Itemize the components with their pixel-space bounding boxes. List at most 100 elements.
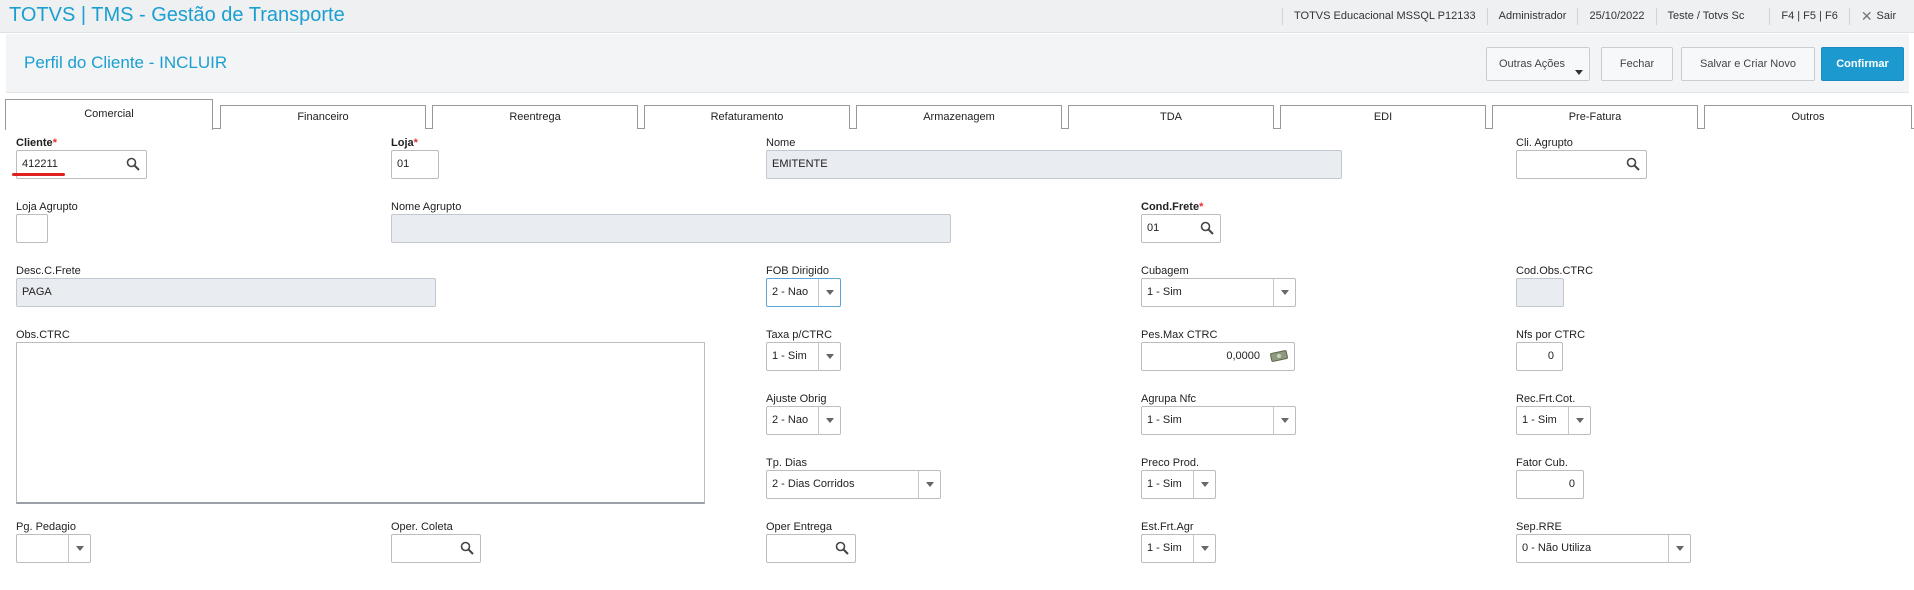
tp-dias-select[interactable]: 2 - Dias Corridos: [766, 470, 941, 499]
search-icon[interactable]: [460, 541, 474, 555]
oper-coleta-input[interactable]: [391, 534, 481, 563]
environment-label: TOTVS Educacional MSSQL P12133: [1282, 8, 1487, 25]
fator-cub-input[interactable]: 0: [1516, 470, 1584, 499]
taxa-ctrc-select[interactable]: 1 - Sim: [766, 342, 841, 371]
search-icon[interactable]: [1626, 157, 1640, 171]
search-icon[interactable]: [126, 157, 140, 171]
tab-financeiro[interactable]: Financeiro: [220, 105, 426, 129]
taxa-ctrc-label: Taxa p/CTRC: [766, 329, 833, 341]
pes-max-ctrc-label: Pes.Max CTRC: [1141, 329, 1218, 341]
tab-outros[interactable]: Outros: [1704, 105, 1912, 129]
agrupa-nfc-select[interactable]: 1 - Sim: [1141, 406, 1296, 435]
sep-rre-select[interactable]: 0 - Não Utiliza: [1516, 534, 1691, 563]
sep-rre-label: Sep.RRE: [1516, 521, 1562, 533]
preco-prod-value: 1 - Sim: [1147, 478, 1182, 490]
ajuste-obrig-select[interactable]: 2 - Nao: [766, 406, 841, 435]
tp-dias-label: Tp. Dias: [766, 457, 807, 469]
cod-obs-ctrc-field: [1516, 278, 1564, 307]
tab-reentrega[interactable]: Reentrega: [432, 105, 638, 129]
nome-field: EMITENTE: [766, 150, 1342, 179]
tab-pre-fatura[interactable]: Pre-Fatura: [1492, 105, 1698, 129]
loja-label: Loja*: [391, 137, 418, 149]
chevron-down-icon[interactable]: [818, 343, 840, 370]
confirm-button[interactable]: Confirmar: [1821, 47, 1904, 81]
chevron-down-icon: [1575, 70, 1583, 75]
tab-armazenagem[interactable]: Armazenagem: [856, 105, 1062, 129]
nfs-por-ctrc-input[interactable]: 0: [1516, 342, 1563, 371]
preco-prod-select[interactable]: 1 - Sim: [1141, 470, 1216, 499]
calculator-icon[interactable]: [1270, 350, 1288, 362]
required-marker: *: [1199, 201, 1204, 213]
app-title: TOTVS | TMS - Gestão de Transporte: [9, 4, 345, 26]
rec-frt-cot-select[interactable]: 1 - Sim: [1516, 406, 1591, 435]
save-new-button[interactable]: Salvar e Criar Novo: [1681, 47, 1815, 81]
loja-agrupto-input[interactable]: [16, 214, 48, 243]
tab-edi[interactable]: EDI: [1280, 105, 1486, 129]
obs-ctrc-textarea[interactable]: [16, 342, 705, 504]
cliente-label: Cliente*: [16, 137, 57, 149]
close-button[interactable]: Fechar: [1601, 47, 1673, 81]
nome-label: Nome: [766, 137, 796, 149]
chevron-down-icon[interactable]: [68, 535, 90, 562]
agrupa-nfc-value: 1 - Sim: [1147, 414, 1182, 426]
chevron-down-icon[interactable]: [1568, 407, 1590, 434]
desc-c-frete-value: PAGA: [22, 286, 52, 298]
cli-agrupo-label: Cli. Agrupto: [1516, 137, 1573, 149]
required-marker: *: [52, 137, 57, 149]
chevron-down-icon[interactable]: [1193, 535, 1215, 562]
est-frt-agr-select[interactable]: 1 - Sim: [1141, 534, 1216, 563]
agrupa-nfc-label: Agrupa Nfc: [1141, 393, 1197, 405]
pg-pedagio-select[interactable]: [16, 534, 91, 563]
required-marker: *: [413, 137, 418, 149]
tp-dias-value: 2 - Dias Corridos: [772, 478, 855, 490]
cli-agrupo-input[interactable]: [1516, 150, 1647, 179]
rec-frt-cot-label: Rec.Frt.Cot.: [1516, 393, 1576, 405]
cubagem-label: Cubagem: [1141, 265, 1189, 277]
fob-dirigido-value: 2 - Nao: [772, 286, 809, 298]
red-annotation-underline: [12, 173, 65, 176]
ajuste-obrig-label: Ajuste Obrig: [766, 393, 827, 405]
exit-button[interactable]: ✕ Sair: [1848, 8, 1907, 25]
exit-label: Sair: [1876, 10, 1897, 22]
cubagem-value: 1 - Sim: [1147, 286, 1182, 298]
chevron-down-icon[interactable]: [1273, 407, 1295, 434]
pes-max-ctrc-input[interactable]: 0,0000: [1141, 342, 1295, 371]
other-actions-button[interactable]: Outras Ações: [1486, 47, 1590, 81]
cond-frete-label: Cond.Frete*: [1141, 201, 1203, 213]
tab-comercial[interactable]: Comercial: [5, 99, 213, 130]
cliente-value: 412211: [22, 158, 58, 170]
ajuste-obrig-value: 2 - Nao: [772, 414, 809, 426]
chevron-down-icon[interactable]: [1668, 535, 1690, 562]
other-actions-label: Outras Ações: [1499, 58, 1566, 70]
chevron-down-icon[interactable]: [818, 407, 840, 434]
tab-tda[interactable]: TDA: [1068, 105, 1274, 129]
loja-input[interactable]: 01: [391, 150, 439, 179]
loja-label-text: Loja: [391, 137, 414, 149]
date-label: 25/10/2022: [1577, 8, 1655, 25]
user-label: Administrador: [1486, 8, 1578, 25]
pg-pedagio-label: Pg. Pedagio: [16, 521, 76, 533]
top-info: TOTVS Educacional MSSQL P12133 Administr…: [1282, 0, 1907, 33]
chevron-down-icon[interactable]: [1193, 471, 1215, 498]
nfs-por-ctrc-label: Nfs por CTRC: [1516, 329, 1586, 341]
oper-entrega-label: Oper Entrega: [766, 521, 833, 533]
nfs-por-ctrc-value: 0: [1547, 350, 1554, 362]
desc-c-frete-label: Desc.C.Frete: [16, 265, 81, 277]
chevron-down-icon[interactable]: [1273, 279, 1295, 306]
obs-ctrc-label: Obs.CTRC: [16, 329, 70, 341]
cond-frete-value: 01: [1147, 222, 1160, 234]
nome-agrupto-field: [391, 214, 951, 243]
search-icon[interactable]: [1200, 221, 1214, 235]
company-label[interactable]: Teste / Totvs Sc: [1655, 8, 1756, 25]
tab-refaturamento[interactable]: Refaturamento: [644, 105, 850, 129]
oper-entrega-input[interactable]: [766, 534, 856, 563]
chevron-down-icon[interactable]: [918, 471, 940, 498]
fob-dirigido-select[interactable]: 2 - Nao: [766, 278, 841, 307]
cond-frete-input[interactable]: 01: [1141, 214, 1221, 243]
chevron-down-icon[interactable]: [818, 279, 840, 306]
cubagem-select[interactable]: 1 - Sim: [1141, 278, 1296, 307]
loja-value: 01: [397, 158, 410, 170]
search-icon[interactable]: [835, 541, 849, 555]
est-frt-agr-label: Est.Frt.Agr: [1141, 521, 1194, 533]
shortcuts-label: F4 | F5 | F6: [1769, 8, 1848, 25]
